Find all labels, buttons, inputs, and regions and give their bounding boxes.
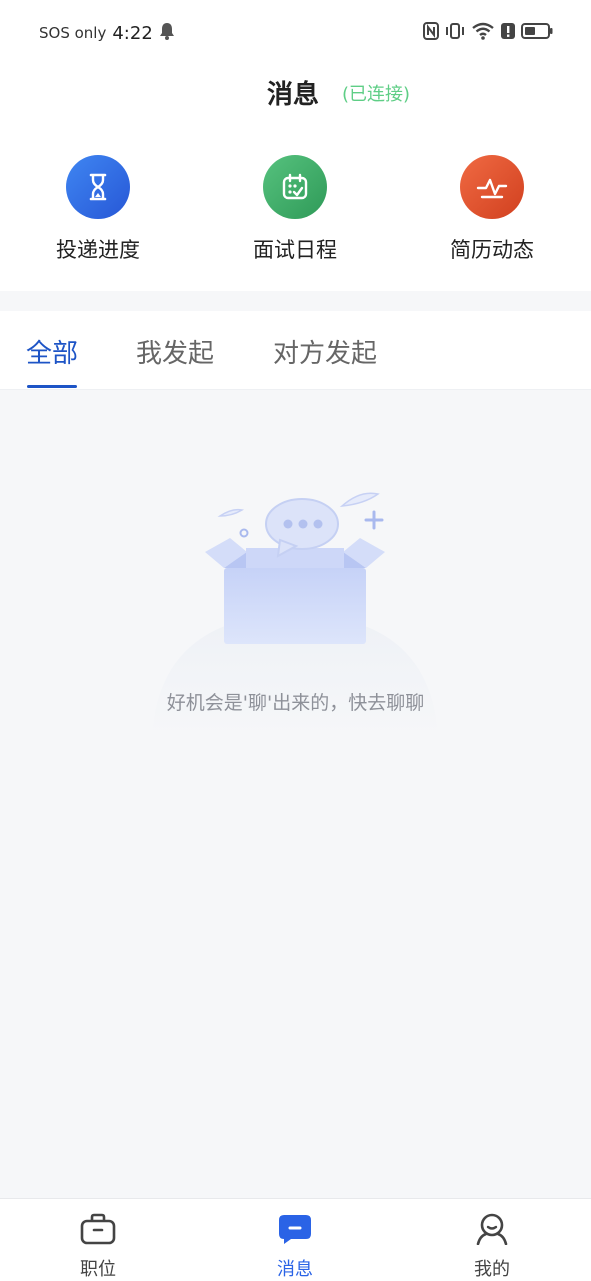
quick-actions: 投递进度 面试日程 简历动态	[0, 126, 591, 291]
quick-action-label: 简历动态	[450, 238, 534, 262]
pulse-icon	[460, 155, 524, 219]
tab-initiated-by-me[interactable]: 我发起	[136, 333, 214, 370]
nav-label: 消息	[277, 1259, 313, 1280]
nav-label: 职位	[80, 1259, 116, 1280]
vibrate-icon	[445, 22, 465, 44]
wifi-icon	[471, 22, 495, 44]
connection-status: (已连接)	[342, 84, 411, 105]
nfc-icon	[423, 22, 439, 44]
empty-state-message: 好机会是'聊'出来的，快去聊聊	[166, 692, 425, 714]
nav-label: 我的	[474, 1259, 510, 1280]
nav-item-messages[interactable]: 消息	[245, 1213, 345, 1281]
clock: 4:22	[112, 22, 153, 44]
battery-icon	[521, 22, 553, 44]
message-filter-tabs: 全部 我发起 对方发起	[0, 311, 591, 390]
quick-action-resume-updates[interactable]: 简历动态	[432, 155, 552, 264]
nav-item-profile[interactable]: 我的	[442, 1213, 542, 1281]
quick-action-interview-schedule[interactable]: 面试日程	[235, 155, 355, 264]
hourglass-icon	[66, 155, 130, 219]
page-header: 消息 (已连接)	[0, 66, 591, 126]
nav-item-jobs[interactable]: 职位	[48, 1213, 148, 1281]
quick-action-delivery-progress[interactable]: 投递进度	[38, 155, 158, 264]
profile-icon	[474, 1213, 510, 1249]
quick-action-label: 面试日程	[253, 238, 337, 262]
page-title: 消息	[267, 80, 320, 110]
alert-icon	[501, 22, 515, 44]
chat-bubble-icon	[277, 1215, 313, 1249]
bell-icon	[159, 22, 175, 44]
status-left: SOS only 4:22	[39, 22, 175, 44]
quick-action-label: 投递进度	[56, 238, 140, 262]
calendar-check-icon	[263, 155, 327, 219]
tab-initiated-by-other[interactable]: 对方发起	[273, 333, 377, 370]
tab-all[interactable]: 全部	[26, 333, 78, 370]
status-bar: SOS only 4:22	[0, 0, 591, 66]
active-tab-indicator	[27, 385, 77, 388]
bottom-navigation: 职位 消息 我的	[0, 1198, 591, 1281]
empty-state: 好机会是'聊'出来的，快去聊聊	[0, 390, 591, 1198]
carrier-text: SOS only	[39, 24, 107, 42]
briefcase-icon	[80, 1213, 116, 1249]
status-right	[423, 22, 553, 44]
